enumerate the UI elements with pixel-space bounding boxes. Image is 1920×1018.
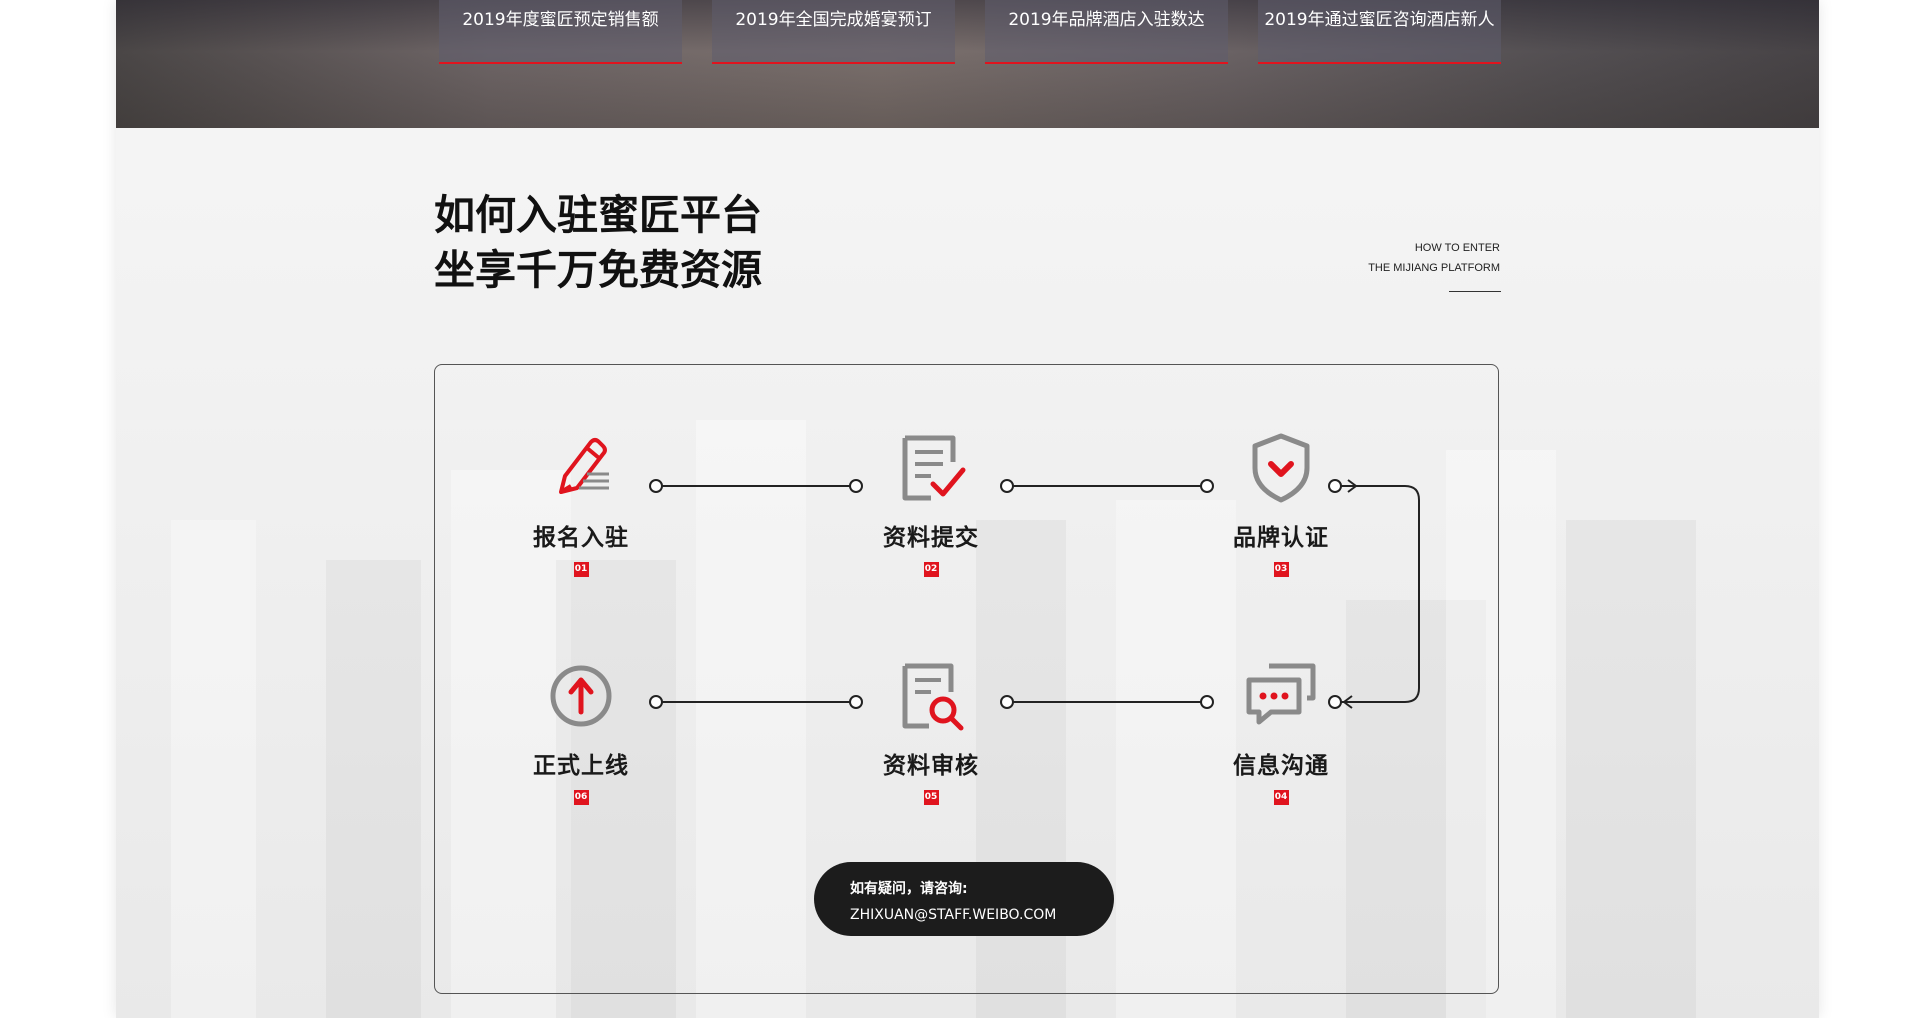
stat-tab-consultations: 2019年通过蜜匠咨询酒店新人	[1258, 0, 1501, 64]
shield-check-icon	[1252, 433, 1310, 503]
connector-dot	[1000, 695, 1014, 709]
step-go-live: 正式上线 06	[516, 656, 646, 805]
document-search-icon	[902, 663, 964, 731]
step-label: 信息沟通	[1233, 753, 1329, 779]
step-label: 正式上线	[533, 753, 629, 779]
step-number-badge: 03	[1273, 562, 1289, 577]
connector-dot	[849, 695, 863, 709]
arrow-up-circle-icon	[550, 665, 612, 727]
step-submit-docs: 资料提交 02	[866, 428, 996, 577]
connector-dot	[649, 695, 663, 709]
step-communication: 信息沟通 04	[1216, 656, 1346, 805]
document-check-icon	[902, 435, 966, 501]
connector-dot	[649, 479, 663, 493]
step-number-badge: 05	[923, 790, 939, 805]
chat-bubbles-icon	[1246, 663, 1316, 725]
connector-dot	[1200, 695, 1214, 709]
page: 2019年度蜜匠预定销售额 2019年全国完成婚宴预订 2019年品牌酒店入驻数…	[116, 0, 1819, 1018]
contact-pill[interactable]: 如有疑问，请咨询: ZHIXUAN@STAFF.WEIBO.COM	[814, 862, 1114, 936]
stat-tab-weddings: 2019年全国完成婚宴预订	[712, 0, 955, 64]
step-brand-verify: 品牌认证 03	[1216, 428, 1346, 577]
stat-tab-hotels: 2019年品牌酒店入驻数达	[985, 0, 1228, 64]
step-label: 品牌认证	[1233, 525, 1329, 551]
step-number-badge: 02	[923, 562, 939, 577]
step-label: 报名入驻	[533, 525, 629, 551]
edit-pencil-icon	[559, 438, 609, 494]
step-review: 资料审核 05	[866, 656, 996, 805]
connector-dot	[849, 479, 863, 493]
contact-question: 如有疑问，请咨询:	[850, 881, 968, 897]
step-signup: 报名入驻 01	[516, 428, 646, 577]
connector-dot	[1200, 479, 1214, 493]
step-label: 资料审核	[883, 753, 979, 779]
step-number-badge: 04	[1273, 790, 1289, 805]
stat-tab-sales: 2019年度蜜匠预定销售额	[439, 0, 682, 64]
step-label: 资料提交	[883, 525, 979, 551]
contact-email-link[interactable]: ZHIXUAN@STAFF.WEIBO.COM	[850, 902, 1114, 928]
connector-loop	[1335, 485, 1420, 703]
step-number-badge: 06	[573, 790, 589, 805]
connector-dot	[1000, 479, 1014, 493]
step-number-badge: 01	[573, 562, 589, 577]
